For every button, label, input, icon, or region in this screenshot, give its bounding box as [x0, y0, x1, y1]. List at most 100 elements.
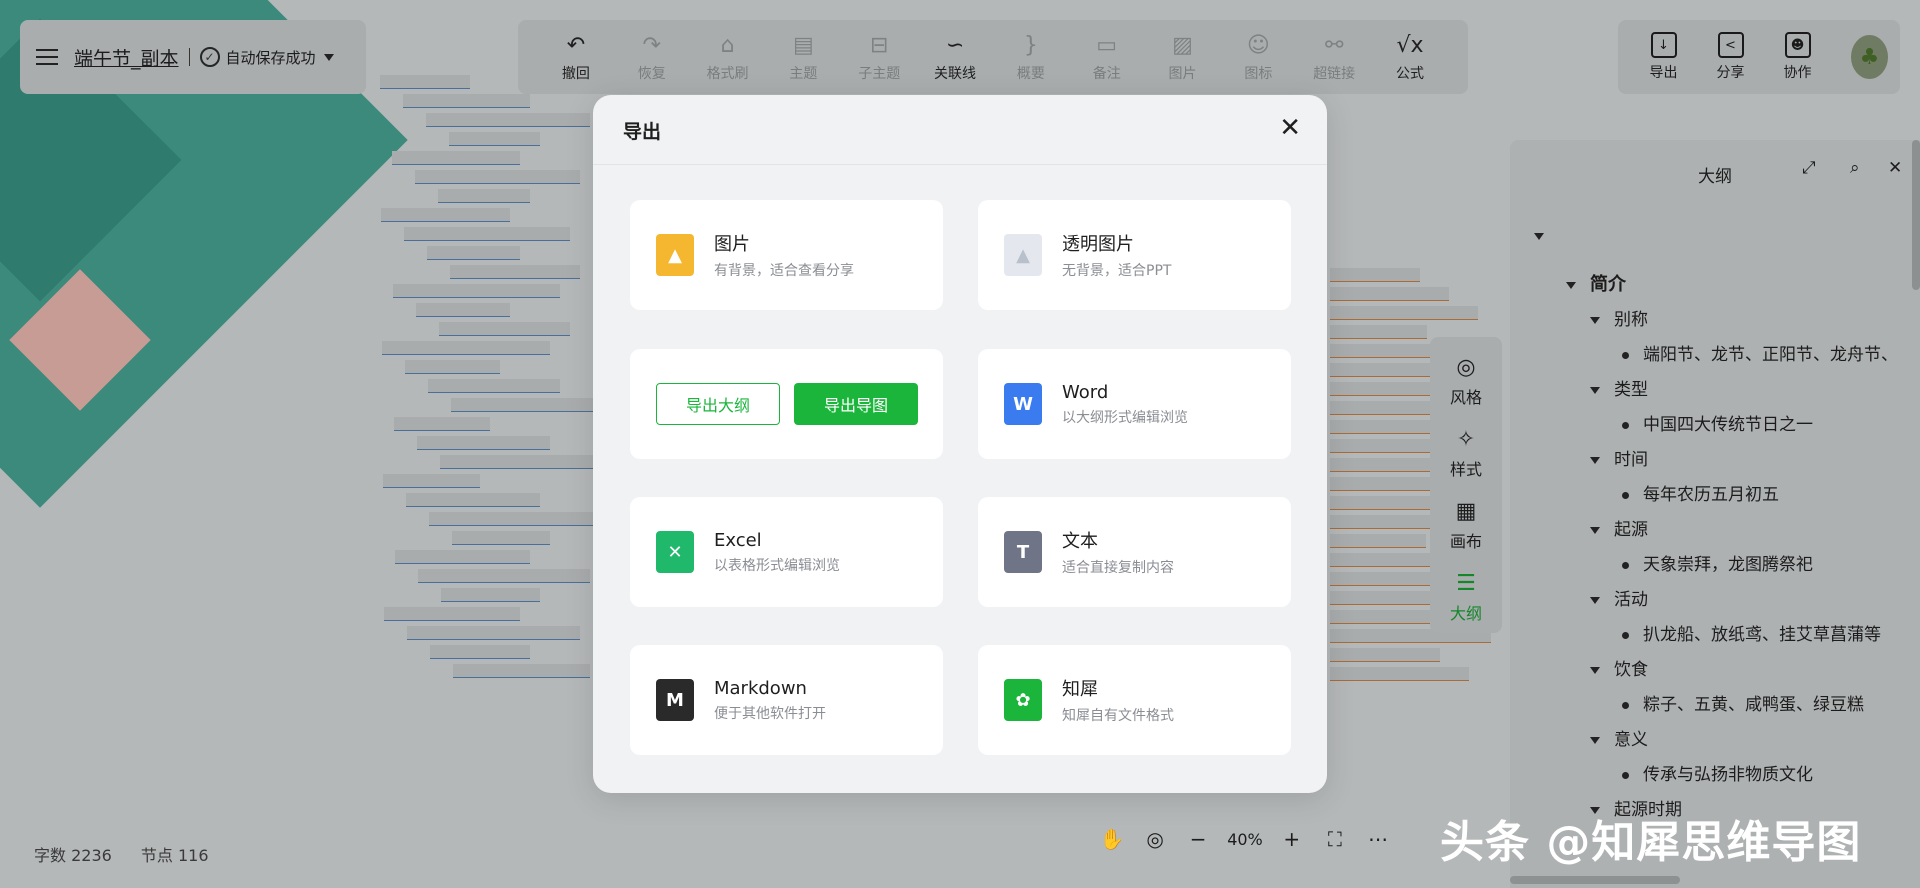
mindmap-node	[439, 322, 570, 336]
node-count: 节点 116	[140, 846, 209, 865]
outline-item[interactable]: 天象崇拜，龙图腾祭祀	[1622, 550, 1813, 575]
export-outline-button[interactable]: 导出大纲	[656, 383, 780, 425]
mindmap-node	[1330, 325, 1427, 339]
outline-item[interactable]: 意义	[1590, 725, 1648, 750]
toolbar-button[interactable]: } 概要	[993, 31, 1069, 83]
outline-collapse-toggle[interactable]	[1534, 226, 1558, 246]
mindmap-node	[1330, 306, 1478, 320]
export-option-card[interactable]: W Word 以大纲形式编辑浏览	[978, 349, 1291, 459]
outline-item[interactable]: 类型	[1590, 375, 1648, 400]
toolbar-button[interactable]: ↷ 恢复	[614, 31, 690, 83]
outline-item[interactable]: 扒龙船、放纸鸢、挂艾草菖蒲等	[1622, 620, 1881, 645]
chevron-down-icon[interactable]	[1590, 316, 1600, 324]
toolbar-button[interactable]: ▭ 备注	[1069, 31, 1145, 83]
mindmap-node	[407, 626, 580, 640]
outline-item-text: 意义	[1614, 730, 1648, 750]
outline-item-text: 天象崇拜，龙图腾祭祀	[1643, 555, 1813, 575]
avatar[interactable]: ♣	[1851, 35, 1888, 79]
toolbar-button[interactable]: ⚯ 超链接	[1296, 31, 1372, 83]
toolbar-button[interactable]: ☺ 图标	[1220, 31, 1296, 83]
export-option-card[interactable]: ▲ 透明图片 无背景，适合PPT	[978, 200, 1291, 310]
outline-item[interactable]: 简介	[1566, 270, 1626, 296]
zoom-out-button[interactable]: −	[1184, 827, 1212, 851]
mindmap-node	[418, 569, 590, 583]
menu-icon[interactable]	[36, 49, 58, 65]
outline-item[interactable]: 传承与弘扬非物质文化	[1622, 760, 1813, 785]
zoom-in-button[interactable]: +	[1278, 827, 1306, 851]
toolbar-button[interactable]: ▤ 主题	[765, 31, 841, 83]
chevron-down-icon[interactable]	[1590, 386, 1600, 394]
scrollbar[interactable]	[1912, 140, 1920, 290]
markdown-icon: M	[656, 679, 694, 721]
close-icon[interactable]: ✕	[1279, 113, 1301, 143]
dialog-title: 导出	[623, 121, 662, 143]
toolbar-button[interactable]: ⌂ 格式刷	[690, 31, 766, 83]
outline-item[interactable]: 别称	[1590, 305, 1648, 330]
hand-icon[interactable]: ✋	[1098, 827, 1126, 851]
fit-screen-icon[interactable]: ⛶	[1321, 827, 1349, 851]
top-action-button[interactable]: ↓ 导出	[1630, 32, 1697, 82]
toolbar-button[interactable]: ∽ 关联线	[917, 31, 993, 83]
mindmap-node	[417, 436, 550, 450]
top-action-button[interactable]: < 分享	[1697, 32, 1764, 82]
toolbar-button[interactable]: ⊟ 子主题	[841, 31, 917, 83]
chevron-down-icon[interactable]	[1566, 281, 1576, 289]
more-icon[interactable]: ⋯	[1364, 827, 1392, 851]
side-tab[interactable]: ▦ 画布	[1430, 489, 1502, 561]
outline-item[interactable]: 起源	[1590, 515, 1648, 540]
transparent-image-icon: ▲	[1004, 234, 1042, 276]
top-action-button[interactable]: ☻ 协作	[1764, 32, 1831, 82]
export-option-card[interactable]: ✕ Excel 以表格形式编辑浏览	[630, 497, 943, 607]
scrollbar[interactable]	[1510, 876, 1680, 884]
outline-item-text: 起源	[1614, 520, 1648, 540]
export-option-title: Markdown	[714, 677, 807, 699]
outline-item[interactable]: 时间	[1590, 445, 1648, 470]
export-option-card[interactable]: T 文本 适合直接复制内容	[978, 497, 1291, 607]
side-tab[interactable]: ◎ 风格	[1430, 345, 1502, 417]
export-map-button[interactable]: 导出导图	[794, 383, 918, 425]
share-icon: <	[1717, 32, 1744, 58]
mindmap-node	[428, 379, 560, 393]
export-option-card[interactable]: ▲ 图片 有背景，适合查看分享	[630, 200, 943, 310]
mindmap-node	[415, 170, 580, 184]
export-option-title: 文本	[1062, 531, 1098, 552]
mindmap-node	[1330, 382, 1434, 396]
outline-item[interactable]: 饮食	[1590, 655, 1648, 680]
outline-item-text: 简介	[1590, 274, 1626, 295]
toolbar-button[interactable]: ↶ 撤回	[538, 31, 614, 83]
locate-icon[interactable]: ◎	[1141, 827, 1169, 851]
outline-item[interactable]: 活动	[1590, 585, 1648, 610]
chevron-down-icon[interactable]	[1590, 456, 1600, 464]
chevron-down-icon[interactable]	[1590, 596, 1600, 604]
export-option-card[interactable]: ✿ 知犀 知犀自有文件格式	[978, 645, 1291, 755]
side-tab[interactable]: ☰ 大纲	[1430, 561, 1502, 633]
toolbar-label: 概要	[1016, 66, 1045, 82]
outline-item[interactable]: 中国四大传统节日之一	[1622, 410, 1813, 435]
mindmap-node	[427, 246, 520, 260]
chevron-down-icon[interactable]	[323, 53, 334, 61]
side-tab[interactable]: ✧ 样式	[1430, 417, 1502, 489]
chevron-down-icon[interactable]	[1590, 666, 1600, 674]
mindmap-node	[1330, 534, 1426, 548]
toolbar-button[interactable]: √x 公式	[1372, 31, 1448, 83]
outline-item[interactable]: 粽子、五黄、咸鸭蛋、绿豆糕	[1622, 690, 1864, 715]
toolbar-button[interactable]: ▨ 图片	[1145, 31, 1221, 83]
chevron-down-icon[interactable]	[1590, 526, 1600, 534]
fullscreen-icon[interactable]: ⤢	[1802, 158, 1816, 178]
outline-item[interactable]: 每年农历五月初五	[1622, 480, 1779, 505]
search-icon[interactable]: ⌕	[1850, 158, 1860, 178]
toolbar: ↶ 撤回 ↷ 恢复 ⌂ 格式刷 ▤ 主题 ⊟ 子主题 ∽ 关联线} 概要 ▭ 备注 ▨ 图片 ☺	[518, 20, 1468, 94]
outline-item-text: 传承与弘扬非物质文化	[1643, 765, 1813, 785]
close-icon[interactable]: ✕	[1888, 158, 1902, 178]
file-panel: 端午节_副本 ✓ 自动保存成功	[20, 20, 366, 94]
outline-item[interactable]: 端阳节、龙节、正阳节、龙舟节、	[1622, 340, 1898, 365]
outline-item-text: 中国四大传统节日之一	[1643, 415, 1813, 435]
side-panel-switcher: ◎ 风格 ✧ 样式 ▦ 画布 ☰ 大纲	[1430, 337, 1502, 633]
outline-panel: 大纲 ⤢ ⌕ ✕ 简介 别称 端阳节、龙节、正阳节、龙舟节、 类型 中国四大传统节日之一…	[1510, 140, 1920, 888]
chevron-down-icon[interactable]	[1590, 736, 1600, 744]
mindmap-node	[438, 189, 530, 203]
toolbar-label: 主题	[789, 66, 818, 82]
file-name[interactable]: 端午节_副本	[74, 44, 179, 71]
watermark: 头条 @知犀思维导图	[1440, 817, 1862, 868]
export-option-card[interactable]: M Markdown 便于其他软件打开	[630, 645, 943, 755]
